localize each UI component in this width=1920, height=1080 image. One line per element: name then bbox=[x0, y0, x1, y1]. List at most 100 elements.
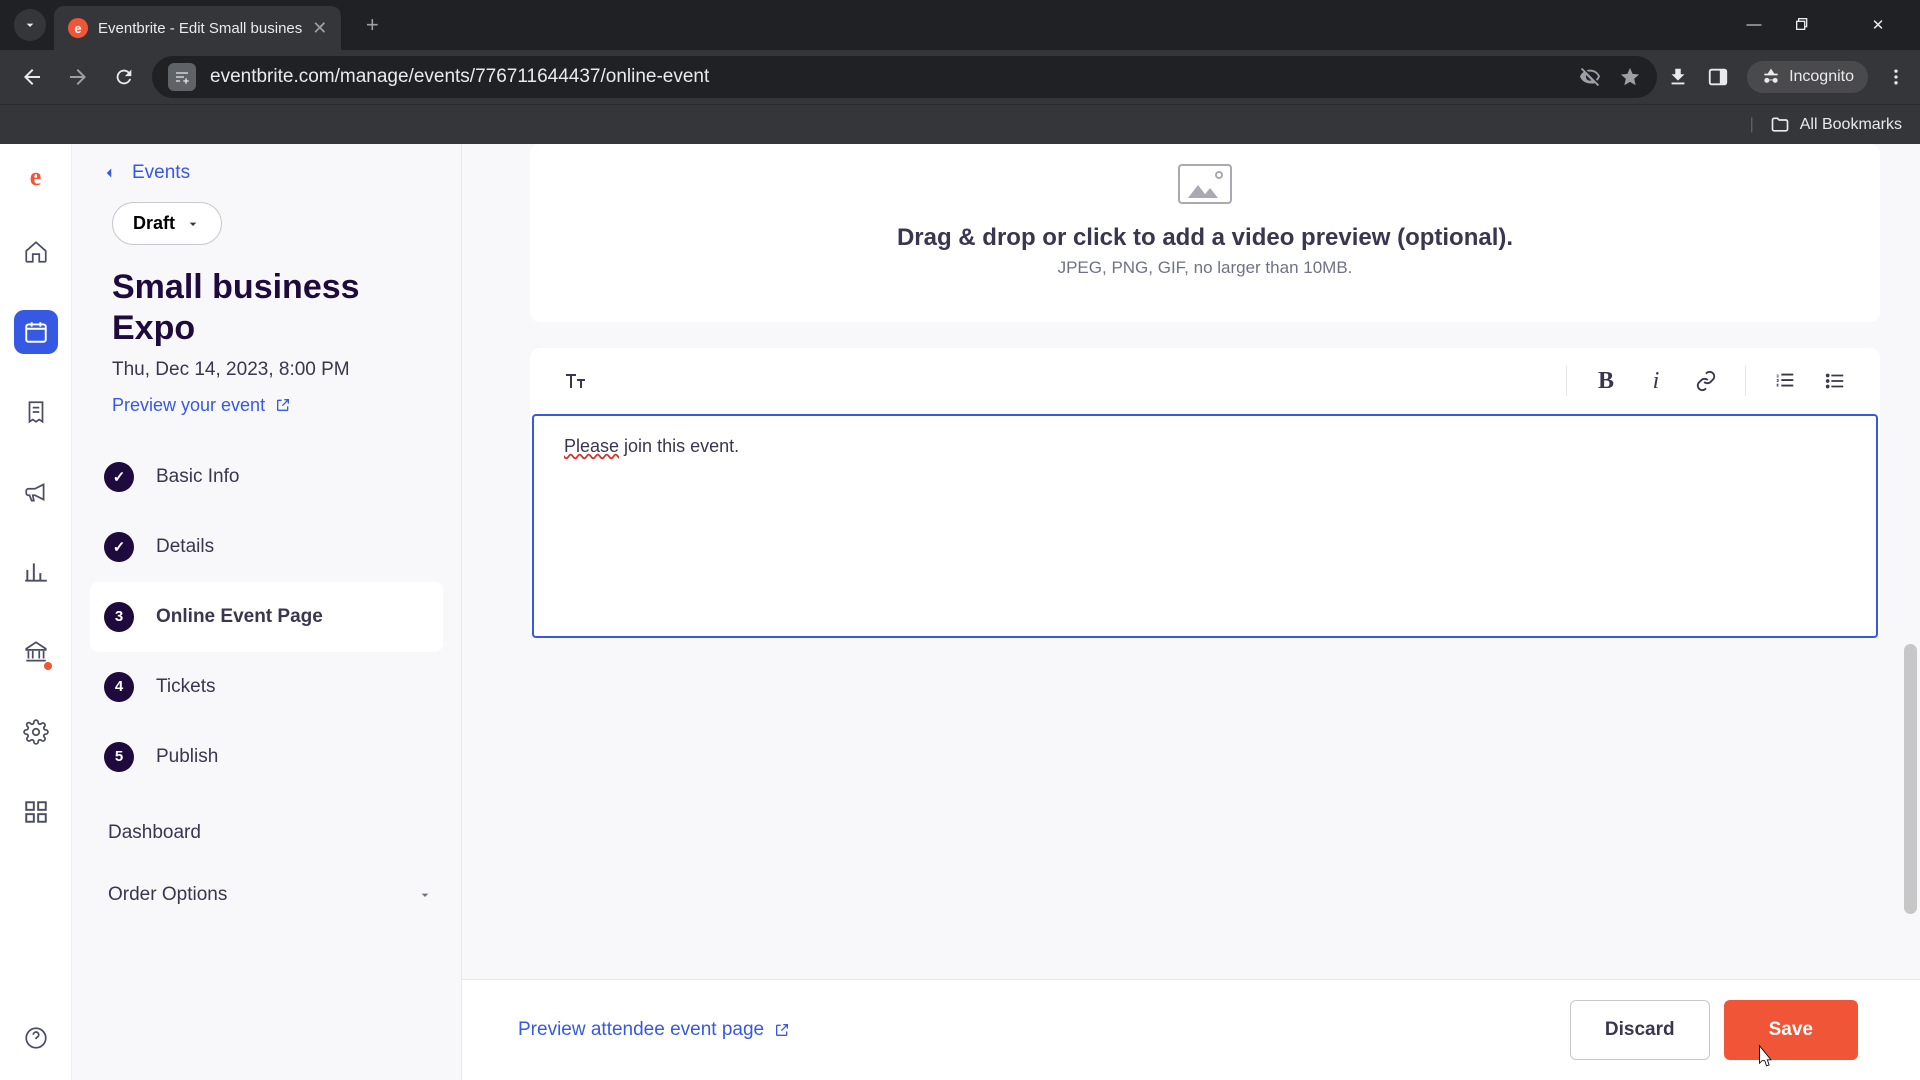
minimize-button[interactable]: — bbox=[1732, 16, 1776, 34]
editor-textarea[interactable]: Please join this event. bbox=[532, 414, 1878, 638]
home-icon bbox=[23, 239, 49, 265]
eventbrite-logo[interactable]: e bbox=[19, 160, 53, 194]
arrow-left-icon bbox=[20, 65, 44, 89]
step-details[interactable]: Details bbox=[90, 512, 443, 582]
event-date: Thu, Dec 14, 2023, 8:00 PM bbox=[112, 359, 443, 381]
external-link-icon bbox=[275, 397, 291, 413]
link-button[interactable] bbox=[1685, 360, 1727, 402]
sidebar-dashboard[interactable]: Dashboard bbox=[90, 802, 443, 864]
rail-settings[interactable] bbox=[14, 710, 58, 754]
app-root: e Event bbox=[0, 144, 1920, 1080]
step-publish[interactable]: 5 Publish bbox=[90, 722, 443, 792]
unordered-list-button[interactable] bbox=[1814, 360, 1856, 402]
editor-word-spellerror: Please bbox=[564, 436, 619, 456]
editor-text: join this event. bbox=[619, 436, 739, 456]
window-controls: — ✕ bbox=[1732, 16, 1920, 34]
check-icon bbox=[104, 462, 134, 492]
rail-orders[interactable] bbox=[14, 390, 58, 434]
status-dropdown[interactable]: Draft bbox=[112, 202, 222, 245]
event-title: Small business Expo bbox=[112, 267, 443, 349]
maximize-button[interactable] bbox=[1794, 16, 1838, 34]
chevron-down-icon bbox=[417, 887, 433, 903]
download-icon[interactable] bbox=[1667, 66, 1689, 88]
rail-apps[interactable] bbox=[14, 790, 58, 834]
external-link-icon bbox=[774, 1022, 790, 1038]
incognito-icon bbox=[1761, 67, 1781, 87]
megaphone-icon bbox=[23, 479, 49, 505]
folder-icon bbox=[1770, 115, 1790, 135]
link-icon bbox=[1695, 370, 1717, 392]
dropzone-title: Drag & drop or click to add a video prev… bbox=[550, 224, 1860, 252]
receipt-icon bbox=[23, 399, 49, 425]
new-tab-button[interactable]: + bbox=[355, 8, 389, 42]
step-basic-info[interactable]: Basic Info bbox=[90, 442, 443, 512]
chevron-down-icon bbox=[22, 17, 38, 33]
titlebar: e Eventbrite - Edit Small busines ✕ + — … bbox=[0, 0, 1920, 50]
dropzone-subtitle: JPEG, PNG, GIF, no larger than 10MB. bbox=[550, 258, 1860, 278]
notification-dot bbox=[44, 662, 52, 670]
gear-icon bbox=[23, 719, 49, 745]
step-tickets[interactable]: 4 Tickets bbox=[90, 652, 443, 722]
rail-help[interactable] bbox=[14, 1016, 58, 1060]
unordered-list-icon bbox=[1824, 370, 1846, 392]
chevron-down-icon bbox=[185, 216, 201, 232]
italic-button[interactable]: i bbox=[1635, 360, 1677, 402]
reload-button[interactable] bbox=[106, 59, 142, 95]
close-window-button[interactable]: ✕ bbox=[1856, 16, 1900, 34]
rail-marketing[interactable] bbox=[14, 470, 58, 514]
preview-attendee-link[interactable]: Preview attendee event page bbox=[518, 1019, 790, 1041]
text-size-button[interactable] bbox=[554, 360, 596, 402]
eye-off-icon[interactable] bbox=[1579, 66, 1601, 88]
event-sidebar: Events Draft Small business Expo Thu, De… bbox=[72, 144, 462, 1080]
address-bar[interactable]: eventbrite.com/manage/events/77671164443… bbox=[152, 56, 1657, 98]
step-online-event-page[interactable]: 3 Online Event Page bbox=[90, 582, 443, 652]
close-tab-icon[interactable]: ✕ bbox=[312, 18, 327, 39]
ordered-list-button[interactable] bbox=[1764, 360, 1806, 402]
calendar-icon bbox=[23, 319, 49, 345]
kebab-menu-icon[interactable] bbox=[1886, 67, 1906, 87]
preview-event-link[interactable]: Preview your event bbox=[112, 395, 443, 416]
browser-tab[interactable]: e Eventbrite - Edit Small busines ✕ bbox=[54, 6, 341, 50]
bookmark-star-icon[interactable] bbox=[1619, 66, 1641, 88]
incognito-indicator[interactable]: Incognito bbox=[1747, 61, 1868, 93]
text-size-icon bbox=[563, 369, 587, 393]
step-number-badge: 3 bbox=[104, 602, 134, 632]
rail-events[interactable] bbox=[14, 310, 58, 354]
scrollbar-thumb[interactable] bbox=[1904, 644, 1917, 914]
upload-dropzone-card: Drag & drop or click to add a video prev… bbox=[530, 144, 1880, 322]
page-footer: Preview attendee event page Discard Save bbox=[462, 979, 1920, 1080]
apps-grid-icon bbox=[23, 799, 49, 825]
bold-button[interactable]: B bbox=[1585, 360, 1627, 402]
back-to-events[interactable]: Events bbox=[90, 158, 443, 202]
tabs-dropdown[interactable] bbox=[14, 9, 46, 41]
check-icon bbox=[104, 532, 134, 562]
sidebar-order-options[interactable]: Order Options bbox=[90, 864, 443, 926]
eventbrite-favicon: e bbox=[68, 18, 88, 38]
all-bookmarks-link[interactable]: All Bookmarks bbox=[1800, 116, 1902, 134]
steps-list: Basic Info Details 3 Online Event Page 4… bbox=[90, 442, 443, 792]
text-editor-card: B i Please join this event. bbox=[530, 348, 1880, 638]
site-info-chip[interactable] bbox=[168, 63, 196, 91]
side-panel-icon[interactable] bbox=[1707, 66, 1729, 88]
rail-finance[interactable] bbox=[14, 630, 58, 674]
editor-toolbar: B i bbox=[530, 348, 1880, 414]
back-button[interactable] bbox=[14, 59, 50, 95]
reload-icon bbox=[113, 66, 135, 88]
rail-reports[interactable] bbox=[14, 550, 58, 594]
discard-button[interactable]: Discard bbox=[1570, 1000, 1710, 1060]
bar-chart-icon bbox=[23, 559, 49, 585]
bank-icon bbox=[23, 639, 49, 665]
tune-icon bbox=[174, 69, 190, 85]
ordered-list-icon bbox=[1774, 370, 1796, 392]
tab-title: Eventbrite - Edit Small busines bbox=[98, 20, 302, 37]
video-preview-dropzone[interactable]: Drag & drop or click to add a video prev… bbox=[530, 144, 1880, 322]
rail-home[interactable] bbox=[14, 230, 58, 274]
help-icon bbox=[23, 1025, 49, 1051]
browser-toolbar: eventbrite.com/manage/events/77671164443… bbox=[0, 50, 1920, 104]
forward-button[interactable] bbox=[60, 59, 96, 95]
step-number-badge: 4 bbox=[104, 672, 134, 702]
nav-rail: e bbox=[0, 144, 72, 1080]
save-button[interactable]: Save bbox=[1724, 1000, 1858, 1060]
chevron-left-icon bbox=[100, 164, 118, 182]
arrow-right-icon bbox=[66, 65, 90, 89]
